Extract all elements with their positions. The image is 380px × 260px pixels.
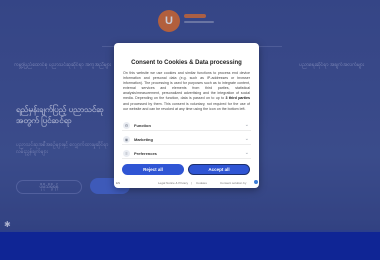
dialog-body: On this website we use cookies and simil… [123, 71, 250, 161]
reject-all-button[interactable]: Reject all [122, 164, 184, 175]
section-label: Preferences [134, 151, 157, 156]
section-marketing[interactable]: ◉ Marketing ⌄ [122, 135, 251, 145]
chevron-down-icon: ⌄ [244, 136, 249, 142]
powered-by-text: Consent solution by [220, 181, 247, 185]
language-selector[interactable]: EN [116, 181, 120, 185]
section-function[interactable]: ⚙ Function ⌄ [122, 121, 251, 131]
third-parties-link[interactable]: 3 third parties [225, 96, 250, 100]
gear-icon: ⚙ [123, 122, 130, 129]
provider-logo-icon[interactable] [254, 180, 258, 184]
accept-all-button[interactable]: Accept all [188, 164, 250, 175]
cookies-link[interactable]: Cookies [196, 181, 207, 185]
sliders-icon: ≡ [123, 150, 130, 157]
imprint-link[interactable]: Legal Notice & Privacy [158, 181, 188, 185]
chevron-down-icon: ⌄ [244, 150, 249, 156]
bottom-bar [0, 232, 380, 260]
megaphone-icon: ◉ [123, 136, 130, 143]
section-label: Marketing [134, 137, 153, 142]
cookie-consent-dialog: Consent to Cookies & Data processing On … [114, 43, 259, 188]
section-preferences[interactable]: ≡ Preferences ⌄ [122, 149, 251, 159]
dialog-footer: EN Legal Notice & Privacy | Cookies Cons… [114, 179, 259, 187]
chevron-down-icon: ⌄ [244, 122, 249, 128]
dialog-title: Consent to Cookies & Data processing [131, 60, 242, 66]
body-text-post: and processed by them. This consent is v… [123, 101, 250, 111]
section-label: Function [134, 123, 151, 128]
footer-separator: | [191, 181, 192, 185]
